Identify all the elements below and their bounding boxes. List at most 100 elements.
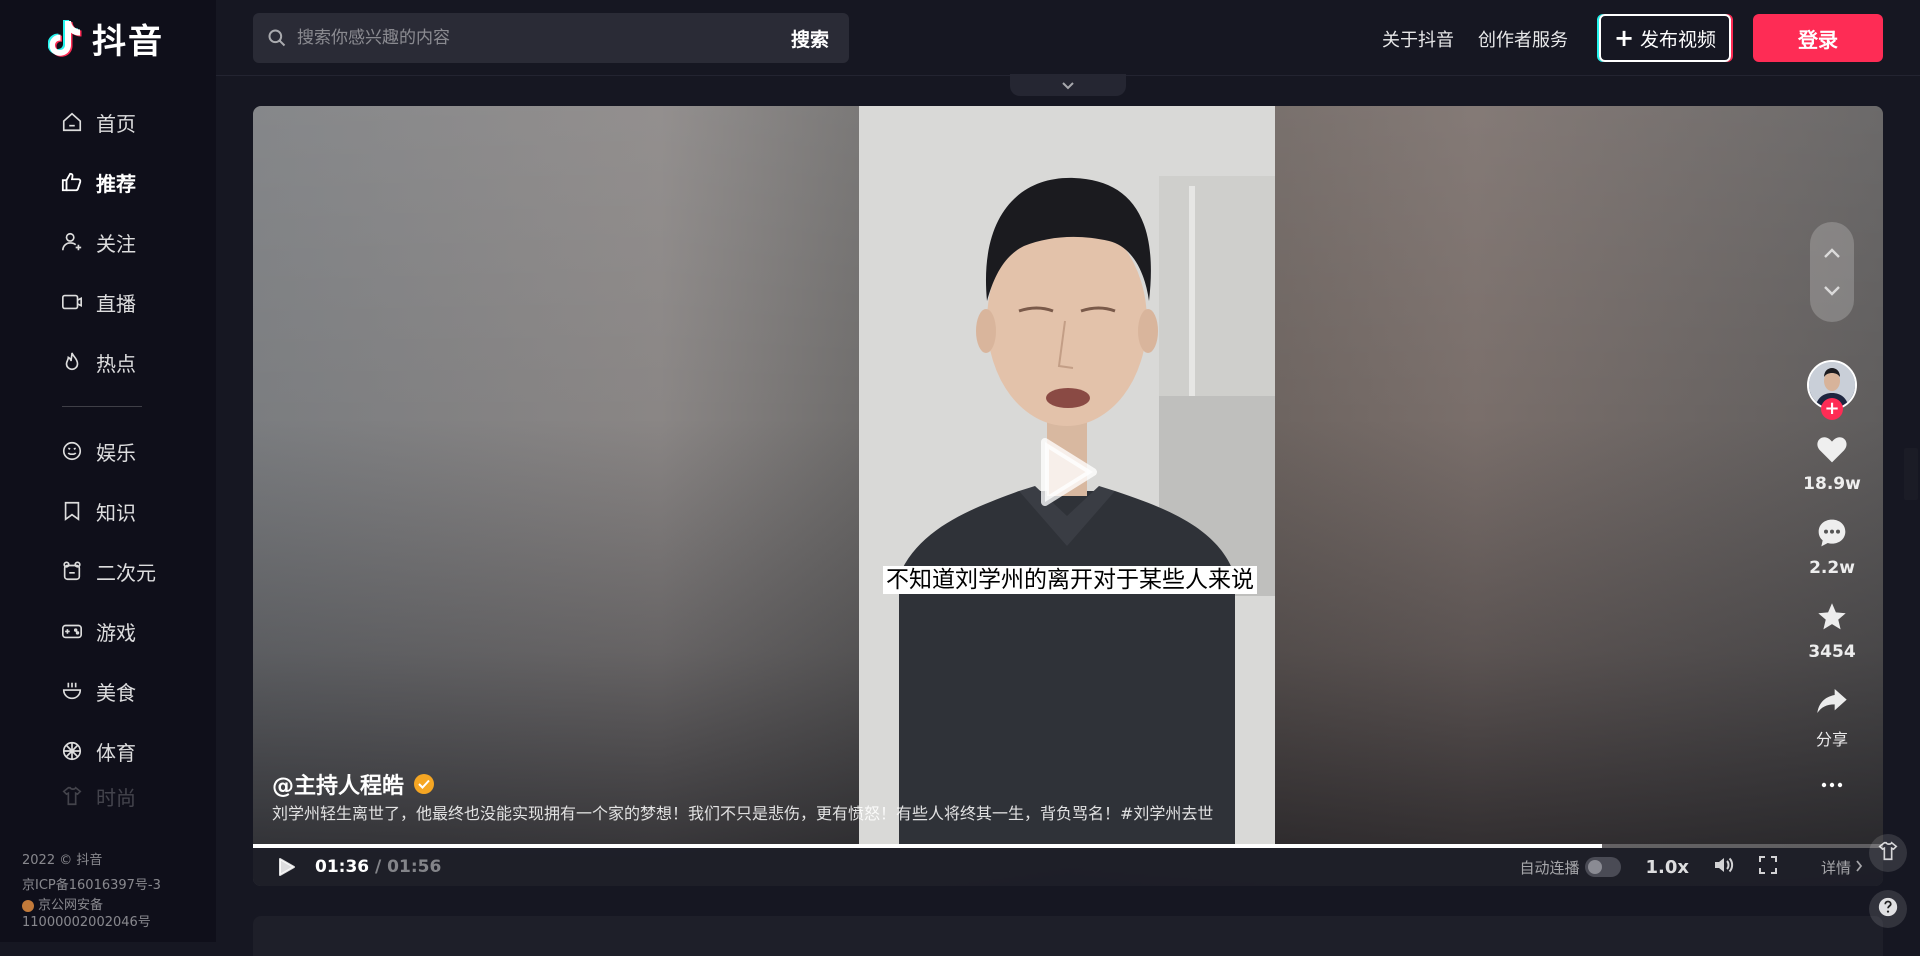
favorite-count: 3454 [1808,642,1856,662]
chevron-up-icon[interactable] [1823,244,1841,263]
police-record-number: 11000002002046号 [22,915,151,930]
shirt-icon [1877,840,1899,866]
search-box: 搜索 [253,13,849,63]
current-time: 01:36 [315,857,370,877]
heart-icon [1816,434,1848,468]
favorite-button[interactable]: 3454 [1808,602,1856,662]
video-description: 刘学州轻生离世了，他最终也没能实现拥有一个家的梦想！我们不只是悲伤，更有愤怒！有… [272,804,1214,823]
login-button[interactable]: 登录 [1753,14,1883,62]
share-button[interactable]: 分享 [1816,686,1848,750]
sidebar-item-label: 首页 [96,111,136,136]
police-badge-icon [22,900,34,912]
sidebar-item-fashion[interactable]: 时尚 [0,781,216,811]
more-button[interactable] [1820,774,1844,793]
chevron-down-icon [1061,76,1075,95]
more-dots-icon [1820,774,1844,793]
playback-time: 01:36 / 01:56 [315,857,441,877]
creator-services-link[interactable]: 创作者服务 [1478,26,1568,52]
flame-icon [60,350,84,374]
details-label: 详情 [1820,858,1851,877]
player-controls-right: 自动连播 1.0x 详情 [1519,848,1863,886]
sidebar-footer: 2022 © 抖音 京ICP备16016397号-3 京公网安备 1100000… [22,848,161,932]
sidebar-item-label: 娱乐 [96,440,136,465]
sidebar-item-hot[interactable]: 热点 [0,332,216,392]
shirt-icon [60,784,84,808]
gamepad-icon [60,619,84,643]
publish-video-button[interactable]: + 发布视频 [1599,14,1731,62]
sidebar-item-label: 游戏 [96,620,136,645]
search-button[interactable]: 搜索 [791,25,829,52]
brand-name: 抖音 [92,21,164,62]
skin-button[interactable] [1869,834,1907,872]
sidebar-item-label: 知识 [96,500,136,525]
police-record[interactable]: 京公网安备 [22,898,161,914]
comment-button[interactable]: 2.2w [1809,518,1855,578]
about-douyin-link[interactable]: 关于抖音 [1382,26,1454,52]
bear-icon [60,559,84,583]
like-button[interactable]: 18.9w [1803,434,1861,494]
chevron-down-icon[interactable] [1823,282,1841,301]
play-icon[interactable] [275,856,297,878]
share-label: 分享 [1815,730,1848,749]
search-icon [267,28,287,48]
subtitle-text: 不知道刘学州的离开对于某些人来说 [883,566,1257,594]
bookmark-icon [60,499,84,523]
autoplay-toggle[interactable]: 自动连播 [1519,857,1622,878]
volume-icon[interactable] [1713,855,1735,879]
top-bar: 搜索 关于抖音 创作者服务 + 发布视频 登录 [216,0,1920,76]
video-author[interactable]: @主持人程皓 [272,768,435,800]
author-name[interactable]: @主持人程皓 [272,768,404,800]
sidebar-item-label: 直播 [96,291,136,316]
playback-speed-button[interactable]: 1.0x [1645,857,1689,878]
sidebar-item-label: 时尚 [96,785,136,810]
sidebar-item-knowledge[interactable]: 知识 [0,481,216,541]
collapse-header-tab[interactable] [1010,74,1126,96]
chevron-right-icon [1855,858,1863,876]
plus-icon: + [1613,24,1635,52]
search-input[interactable] [295,27,765,49]
sidebar-item-recommend[interactable]: 推荐 [0,152,216,212]
douyin-logo[interactable]: 抖音 [47,16,164,62]
next-video-card[interactable] [253,916,1883,956]
sidebar-item-home[interactable]: 首页 [0,92,216,152]
sidebar-item-label: 关注 [96,231,136,256]
toggle-switch[interactable] [1585,857,1622,877]
nav-divider [62,406,142,407]
tiktok-note-icon [47,17,84,59]
sidebar-nav: 首页 推荐 关注 直播 热点 娱乐 知识 二次元 游戏 美食 体育 时尚 [0,92,216,811]
sidebar: 抖音 首页 推荐 关注 直播 热点 娱乐 知识 二次元 游戏 美食 体育 时尚 … [0,0,216,942]
sidebar-item-live[interactable]: 直播 [0,272,216,332]
sidebar-item-food[interactable]: 美食 [0,661,216,721]
fullscreen-icon[interactable] [1758,856,1777,878]
details-button[interactable]: 详情 [1821,857,1863,878]
volume-meter [1904,448,1918,500]
share-arrow-icon [1816,686,1848,720]
play-overlay-icon[interactable] [1037,436,1097,508]
author-avatar-button[interactable]: + [1807,360,1857,420]
sidebar-item-anime[interactable]: 二次元 [0,541,216,601]
question-icon [1877,896,1899,922]
sidebar-item-label: 体育 [96,740,136,765]
sidebar-item-sports[interactable]: 体育 [0,721,216,781]
like-count: 18.9w [1803,474,1861,494]
sidebar-item-games[interactable]: 游戏 [0,601,216,661]
follow-plus-button[interactable]: + [1821,398,1843,420]
police-record-label: 京公网安备 [38,898,104,913]
thumbs-up-icon [60,170,84,194]
comment-count: 2.2w [1809,558,1855,578]
sidebar-item-follow[interactable]: 关注 [0,212,216,272]
time-separator: / [369,857,388,877]
smile-icon [60,439,84,463]
video-player[interactable]: 不知道刘学州的离开对于某些人来说 + 18.9w 2.2w 3454 分享 @主… [253,106,1883,886]
help-button[interactable] [1869,890,1907,928]
sidebar-item-label: 热点 [96,351,136,376]
bowl-icon [60,679,84,703]
sidebar-item-label: 二次元 [96,560,156,585]
icp-link[interactable]: 京ICP备16016397号-3 [22,873,161,898]
sidebar-item-entertainment[interactable]: 娱乐 [0,421,216,481]
user-plus-icon [60,230,84,254]
comment-icon [1816,518,1848,552]
autoplay-label: 自动连播 [1519,858,1580,877]
sidebar-item-label: 推荐 [96,171,136,196]
home-icon [60,110,84,134]
